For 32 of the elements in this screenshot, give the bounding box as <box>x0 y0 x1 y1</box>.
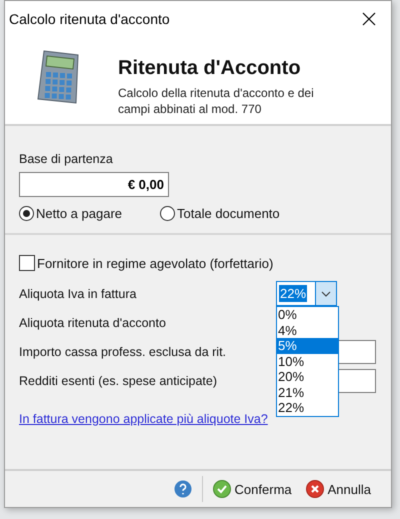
field-label: Aliquota Iva in fattura <box>19 286 138 300</box>
dropdown-option[interactable]: 5% <box>277 338 338 354</box>
dropdown-option[interactable]: 10% <box>277 354 338 369</box>
dropdown-button[interactable] <box>315 282 336 305</box>
help-link[interactable]: In fattura vengono applicate più aliquote Iva? <box>19 412 268 426</box>
radio-button[interactable] <box>19 206 34 221</box>
checkbox[interactable] <box>19 255 35 271</box>
dropdown-option[interactable]: 20% <box>277 369 338 384</box>
dialog-heading: Ritenuta d'Acconto <box>118 57 302 80</box>
dropdown-option[interactable]: 0% <box>277 307 338 322</box>
cancel-icon <box>306 480 324 498</box>
close-icon <box>362 12 376 26</box>
confirm-button[interactable]: Conferma <box>208 478 296 500</box>
checkbox-option[interactable]: Fornitore in regime agevolato (forfettario) <box>19 255 377 271</box>
radio-button[interactable] <box>160 206 176 221</box>
dropdown-value: 22% <box>279 285 308 302</box>
chevron-down-icon <box>321 290 331 296</box>
help-icon <box>174 480 192 498</box>
dropdown-option[interactable]: 4% <box>277 322 338 338</box>
field-label: Importo cassa profess. esclusa da rit. <box>19 344 228 358</box>
checkmark-icon <box>212 480 231 498</box>
radio-option[interactable]: Totale documento <box>160 206 280 221</box>
dialog-description: Calcolo della ritenuta d'acconto e dei campi abbinati al mod. 770 <box>118 85 315 117</box>
radio-option[interactable]: Netto a pagare <box>19 206 122 221</box>
window-title: Calcolo ritenuta d'acconto <box>9 11 170 27</box>
field-label: Aliquota ritenuta d'acconto <box>19 316 167 330</box>
field-label: Redditi esenti (es. spese anticipate) <box>19 374 218 388</box>
field-label: Base di partenza <box>19 152 114 166</box>
dropdown-option[interactable]: 21% <box>277 384 338 400</box>
cancel-button[interactable]: Annulla <box>302 478 375 500</box>
dropdown-option[interactable]: 22% <box>277 400 338 416</box>
amount-field[interactable]: € 0,00 <box>19 172 169 197</box>
